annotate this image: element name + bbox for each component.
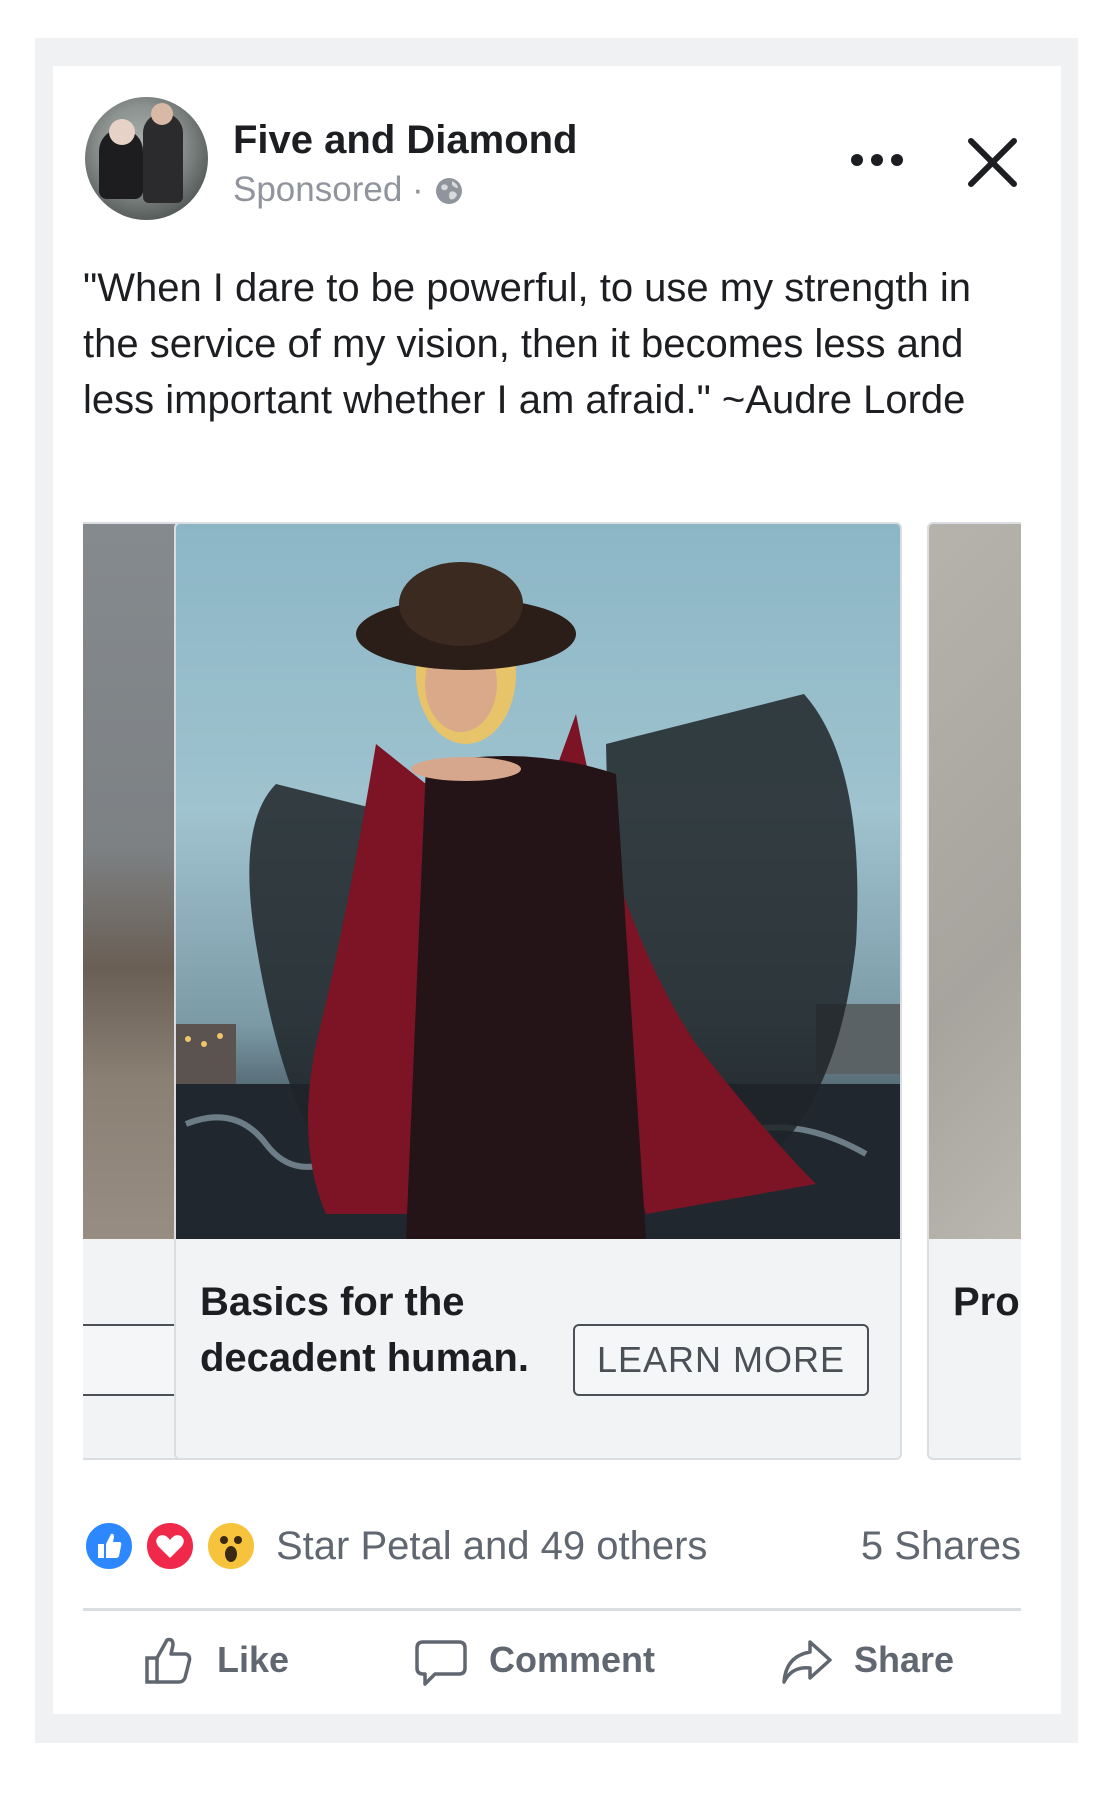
learn-more-button[interactable]: LEARN MORE bbox=[573, 1324, 869, 1396]
carousel-headline-main: Basics for the decadent human. bbox=[200, 1280, 529, 1380]
carousel-image-next[interactable] bbox=[929, 524, 1021, 1239]
comment-button[interactable]: Comment bbox=[413, 1620, 655, 1700]
actions-divider bbox=[83, 1608, 1021, 1611]
post-text: "When I dare to be powerful, to use my s… bbox=[83, 266, 971, 422]
avatar-figure-right bbox=[143, 113, 183, 203]
post-actions: Like Comment Share bbox=[83, 1620, 1021, 1700]
reaction-names-link[interactable]: Star Petal and 49 others bbox=[276, 1524, 707, 1569]
carousel-card-main[interactable]: Basics for the decadent human. LEARN MOR… bbox=[174, 522, 902, 1460]
carousel-image-main[interactable] bbox=[176, 524, 900, 1239]
comment-bubble-icon bbox=[415, 1640, 467, 1686]
avatar-figure-right-head bbox=[151, 103, 173, 125]
page-name-link[interactable]: Five and Diamond bbox=[233, 118, 578, 163]
shares-count-link[interactable]: 5 Shares bbox=[861, 1524, 1021, 1569]
love-reaction-icon[interactable] bbox=[144, 1520, 196, 1572]
carousel-headline-next: Pro sm bbox=[953, 1280, 1021, 1324]
like-reaction-icon[interactable] bbox=[83, 1520, 135, 1572]
carousel-card-next[interactable]: Pro sm bbox=[927, 522, 1021, 1460]
comment-label: Comment bbox=[489, 1639, 656, 1680]
share-button[interactable]: Share bbox=[778, 1620, 954, 1700]
more-dots-icon[interactable] bbox=[848, 140, 906, 180]
share-label: Share bbox=[854, 1639, 955, 1680]
like-button[interactable]: Like bbox=[141, 1620, 289, 1700]
share-arrow-icon bbox=[782, 1640, 832, 1684]
page-avatar[interactable] bbox=[85, 97, 208, 220]
reactions-bar: Star Petal and 49 others 5 Shares bbox=[83, 1520, 1021, 1580]
sponsored-label: Sponsored · bbox=[233, 170, 424, 209]
ad-carousel[interactable]: Basics for the decadent human. LEARN MOR… bbox=[83, 522, 1021, 1462]
globe-icon[interactable] bbox=[434, 175, 464, 205]
close-icon[interactable] bbox=[965, 135, 1020, 190]
avatar-figure-left-head bbox=[109, 119, 135, 145]
thumbs-up-icon bbox=[145, 1637, 192, 1684]
wow-reaction-icon[interactable] bbox=[205, 1520, 257, 1572]
like-label: Like bbox=[217, 1639, 290, 1680]
sponsored-line: Sponsored · bbox=[233, 170, 464, 210]
